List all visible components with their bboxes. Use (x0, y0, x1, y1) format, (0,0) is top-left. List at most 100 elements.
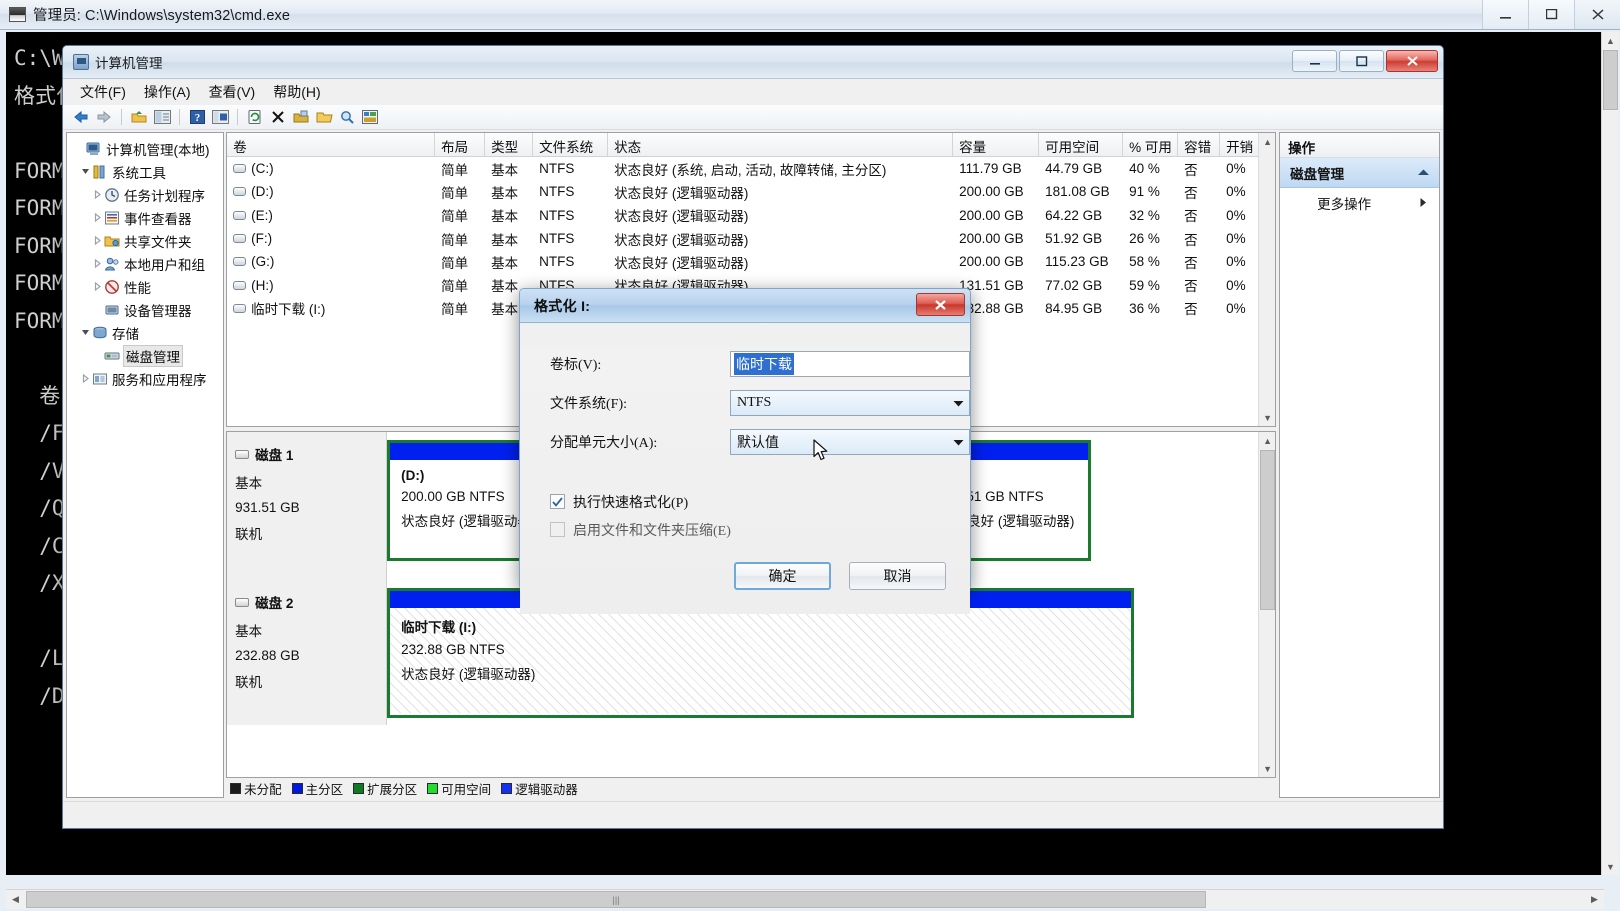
tree-item-services-applications[interactable]: 服务和应用程序 (67, 367, 223, 390)
cell-faulttolerance: 否 (1178, 159, 1220, 179)
show-tree-icon[interactable] (152, 107, 172, 127)
graphical-view-scrollbar[interactable]: ▲ ▼ (1258, 432, 1275, 777)
twisty-collapsed-icon[interactable] (91, 213, 104, 222)
delete-icon[interactable] (268, 107, 288, 127)
volume-label-input[interactable]: 临时下载 (730, 351, 970, 377)
export-list-icon[interactable] (360, 107, 380, 127)
tree-item-event-viewer[interactable]: 事件查看器 (67, 206, 223, 229)
quick-format-checkbox[interactable] (550, 494, 565, 509)
menu-file[interactable]: 文件(F) (71, 79, 135, 105)
properties-icon[interactable] (210, 107, 230, 127)
table-row[interactable]: (F:)简单基本NTFS状态良好 (逻辑驱动器)200.00 GB51.92 G… (227, 227, 1275, 250)
tree-item-shared-folders[interactable]: 共享文件夹 (67, 229, 223, 252)
scroll-down-arrow[interactable]: ▼ (1602, 858, 1619, 875)
tree-item-device-manager[interactable]: 设备管理器 (67, 298, 223, 321)
up-folder-icon[interactable] (129, 107, 149, 127)
allocation-unit-select[interactable]: 默认值 (730, 429, 970, 455)
menu-help[interactable]: 帮助(H) (264, 79, 329, 105)
cmd-close-button[interactable] (1574, 0, 1620, 29)
cmd-maximize-button[interactable] (1528, 0, 1574, 29)
navigation-tree[interactable]: 计算机管理(本地) 系统工具 任务计划程序 (66, 132, 224, 798)
twisty-expanded-icon[interactable] (79, 167, 92, 176)
open-folder-icon[interactable] (314, 107, 334, 127)
graphical-view-scroll-thumb[interactable] (1260, 450, 1275, 610)
twisty-collapsed-icon[interactable] (91, 190, 104, 199)
column-header-filesystem[interactable]: 文件系统 (533, 133, 608, 156)
tree-item-storage[interactable]: 存储 (67, 321, 223, 344)
table-row[interactable]: (D:)简单基本NTFS状态良好 (逻辑驱动器)200.00 GB181.08 … (227, 180, 1275, 203)
table-row[interactable]: (E:)简单基本NTFS状态良好 (逻辑驱动器)200.00 GB64.22 G… (227, 204, 1275, 227)
scroll-up-arrow[interactable]: ▲ (1259, 133, 1276, 150)
chevron-right-icon[interactable] (1419, 196, 1428, 211)
tree-item-disk-management[interactable]: 磁盘管理 (67, 344, 223, 367)
column-header-status[interactable]: 状态 (608, 133, 953, 156)
scroll-down-arrow[interactable]: ▼ (1259, 760, 1276, 777)
cm-close-button[interactable] (1386, 50, 1438, 72)
cmd-horizontal-scroll-thumb[interactable]: ||| (26, 891, 1206, 908)
scroll-up-arrow[interactable]: ▲ (1259, 432, 1276, 449)
cm-maximize-button[interactable] (1339, 50, 1384, 72)
cell-capacity: 111.79 GB (953, 161, 1039, 176)
back-icon[interactable] (71, 107, 91, 127)
refresh-icon[interactable] (245, 107, 265, 127)
column-header-overhead[interactable]: 开销 (1220, 133, 1263, 156)
twisty-collapsed-icon[interactable] (79, 374, 92, 383)
column-header-type[interactable]: 类型 (485, 133, 533, 156)
column-header-volume[interactable]: 卷 (227, 133, 435, 156)
cancel-button[interactable]: 取消 (849, 562, 946, 590)
ok-button[interactable]: 确定 (734, 562, 831, 590)
menu-view[interactable]: 查看(V) (200, 79, 265, 105)
help-icon[interactable]: ? (187, 107, 207, 127)
twisty-collapsed-icon[interactable] (91, 236, 104, 245)
scroll-left-arrow[interactable]: ◀ (6, 890, 25, 909)
tree-item-task-scheduler[interactable]: 任务计划程序 (67, 183, 223, 206)
forward-icon[interactable] (94, 107, 114, 127)
enable-compression-checkbox[interactable] (550, 522, 565, 537)
format-dialog-titlebar[interactable]: 格式化 I: (520, 289, 970, 323)
cmd-vertical-scrollbar[interactable]: ▲ ▼ (1601, 32, 1618, 875)
actions-section-disk-management[interactable]: 磁盘管理 (1280, 158, 1439, 188)
column-header-capacity[interactable]: 容量 (953, 133, 1039, 156)
cmd-vertical-scroll-thumb[interactable] (1603, 50, 1618, 110)
tree-item-system-tools[interactable]: 系统工具 (67, 160, 223, 183)
performance-icon (104, 279, 120, 295)
twisty-expanded-icon[interactable] (79, 328, 92, 337)
new-window-icon[interactable] (291, 107, 311, 127)
cmd-minimize-button[interactable] (1482, 0, 1528, 29)
column-header-freespace[interactable]: 可用空间 (1039, 133, 1123, 156)
quick-format-row[interactable]: 执行快速格式化(P) (520, 488, 970, 515)
cmd-horizontal-scrollbar[interactable]: ◀ ||| ▶ (6, 889, 1604, 909)
actions-item-more-actions[interactable]: 更多操作 (1280, 188, 1439, 218)
column-header-percentfree[interactable]: % 可用 (1123, 133, 1178, 156)
enable-compression-row[interactable]: 启用文件和文件夹压缩(E) (520, 516, 970, 543)
tree-item-computer-management[interactable]: 计算机管理(本地) (67, 137, 223, 160)
chevron-down-icon[interactable] (947, 391, 969, 415)
cell-percentfree: 40 % (1123, 161, 1178, 176)
twisty-collapsed-icon[interactable] (91, 282, 104, 291)
table-row[interactable]: (C:)简单基本NTFS状态良好 (系统, 启动, 活动, 故障转储, 主分区)… (227, 157, 1275, 180)
menu-action[interactable]: 操作(A) (135, 79, 200, 105)
file-system-row: 文件系统(F): NTFS (520, 386, 970, 420)
scroll-down-arrow[interactable]: ▼ (1259, 409, 1276, 426)
file-system-select[interactable]: NTFS (730, 390, 970, 416)
scroll-right-arrow[interactable]: ▶ (1585, 890, 1604, 909)
column-header-faulttolerance[interactable]: 容错 (1178, 133, 1220, 156)
cmd-titlebar[interactable]: 管理员: C:\Windows\system32\cmd.exe (0, 0, 1620, 30)
disk-1-info[interactable]: 磁盘 1 基本 931.51 GB 联机 (227, 432, 387, 580)
tree-item-performance[interactable]: 性能 (67, 275, 223, 298)
disk-2-info[interactable]: 磁盘 2 基本 232.88 GB 联机 (227, 580, 387, 725)
tree-item-local-users-groups[interactable]: 本地用户和组 (67, 252, 223, 275)
volume-list-scrollbar[interactable]: ▲ ▼ (1258, 133, 1275, 426)
search-icon[interactable] (337, 107, 357, 127)
chevron-up-icon[interactable] (1417, 165, 1430, 180)
table-row[interactable]: (G:)简单基本NTFS状态良好 (逻辑驱动器)200.00 GB115.23 … (227, 250, 1275, 273)
column-header-layout[interactable]: 布局 (435, 133, 485, 156)
twisty-collapsed-icon[interactable] (91, 259, 104, 268)
chevron-down-icon[interactable] (947, 430, 969, 454)
scroll-up-arrow[interactable]: ▲ (1602, 32, 1619, 49)
format-dialog-close-button[interactable] (916, 293, 965, 316)
computer-management-titlebar[interactable]: 计算机管理 (63, 46, 1443, 79)
device-manager-icon (104, 302, 120, 318)
legend-extended-partition: 扩展分区 (353, 779, 417, 798)
cm-minimize-button[interactable] (1292, 50, 1337, 72)
